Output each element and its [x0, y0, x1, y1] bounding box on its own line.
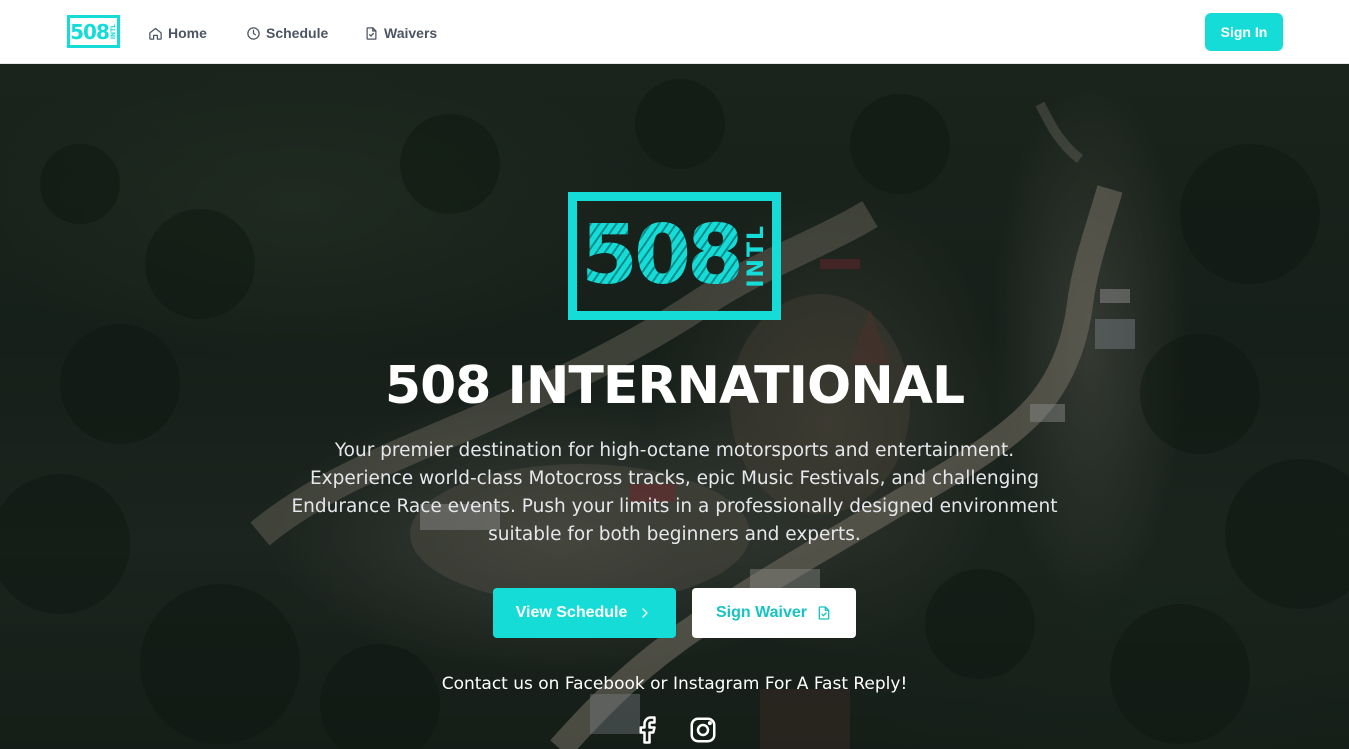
instagram-icon — [690, 717, 716, 743]
hero-logo-number: 508 — [580, 208, 744, 303]
home-icon — [149, 27, 162, 40]
facebook-icon — [639, 716, 656, 744]
clock-icon — [247, 26, 260, 40]
nav-link-schedule[interactable]: Schedule — [246, 22, 328, 44]
sign-waiver-label: Sign Waiver — [716, 604, 807, 621]
top-navbar: 508 INTL Home Schedule Waivers Sign In — [0, 0, 1349, 64]
view-schedule-button[interactable]: View Schedule — [493, 588, 676, 638]
chevron-right-icon — [642, 608, 649, 618]
contact-text: Contact us on Facebook or Instagram For … — [441, 674, 908, 694]
nav-link-label: Home — [168, 25, 207, 41]
instagram-link[interactable] — [687, 714, 719, 746]
nav-link-label: Waivers — [384, 25, 438, 41]
logo-number: 508 — [70, 19, 110, 44]
site-logo[interactable]: 508 INTL — [67, 15, 120, 48]
nav-link-label: Schedule — [266, 25, 329, 41]
logo-sub: INTL — [109, 23, 117, 40]
hero-logo: 508 INTL — [568, 192, 781, 320]
file-icon — [366, 26, 377, 40]
facebook-link[interactable] — [631, 714, 663, 746]
sign-waiver-button[interactable]: Sign Waiver — [692, 588, 856, 638]
hero-title: 508 INTERNATIONAL — [384, 356, 965, 416]
hero-description: Your premier destination for high-octane… — [291, 440, 1058, 545]
nav-link-home[interactable]: Home — [148, 22, 207, 44]
nav-link-waivers[interactable]: Waivers — [364, 22, 437, 44]
view-schedule-label: View Schedule — [515, 604, 628, 621]
sign-in-button[interactable]: Sign In — [1205, 13, 1283, 51]
file-check-icon — [818, 606, 830, 620]
hero-section: 508 INTL 508 INTERNATIONAL Your premier … — [0, 64, 1349, 749]
hero-logo-sub: INTL — [744, 224, 770, 288]
